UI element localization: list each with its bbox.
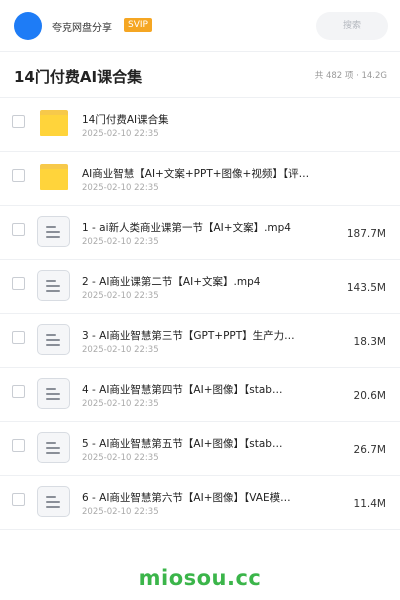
file-date: 2025-02-10 22:35 xyxy=(82,507,159,517)
file-row[interactable]: 5 - AI商业智慧第五节【AI+图像】【stab… 2025-02-10 22:… xyxy=(0,422,400,476)
file-size: 187.7M xyxy=(346,228,386,240)
file-date: 2025-02-10 22:35 xyxy=(82,183,159,193)
row-checkbox[interactable] xyxy=(12,385,25,398)
file-name[interactable]: 14门付费AI课合集 xyxy=(82,112,318,127)
file-name[interactable]: 4 - AI商业智慧第四节【AI+图像】【stab… xyxy=(82,382,318,397)
folder-icon xyxy=(40,110,68,136)
file-date: 2025-02-10 22:35 xyxy=(82,453,159,463)
search-input[interactable]: 搜索 xyxy=(316,12,388,40)
folder-row[interactable]: 14门付费AI课合集 2025-02-10 22:35 xyxy=(0,98,400,152)
svip-badge: SVIP xyxy=(124,18,152,32)
top-bar: 夸克网盘分享 SVIP 搜索 xyxy=(0,0,400,52)
row-checkbox[interactable] xyxy=(12,223,25,236)
file-row[interactable]: 6 - AI商业智慧第六节【AI+图像】【VAE模… 2025-02-10 22:… xyxy=(0,476,400,530)
folder-header: 14门付费AI课合集 共 482 项 · 14.2G xyxy=(0,52,400,98)
video-file-icon xyxy=(37,270,70,301)
file-size: 18.3M xyxy=(353,336,386,348)
video-file-icon xyxy=(37,486,70,517)
file-size: 11.4M xyxy=(353,498,386,510)
row-checkbox[interactable] xyxy=(12,277,25,290)
file-date: 2025-02-10 22:35 xyxy=(82,345,159,355)
file-size: 143.5M xyxy=(346,282,386,294)
file-size: 20.6M xyxy=(353,390,386,402)
file-row[interactable]: 4 - AI商业智慧第四节【AI+图像】【stab… 2025-02-10 22:… xyxy=(0,368,400,422)
watermark: miosou.cc xyxy=(138,566,262,590)
video-file-icon xyxy=(37,216,70,247)
page-title: 14门付费AI课合集 xyxy=(14,68,143,86)
folder-icon xyxy=(40,164,68,190)
file-row[interactable]: 1 - ai新人类商业课第一节【AI+文案】.mp4 2025-02-10 22:… xyxy=(0,206,400,260)
folder-row[interactable]: AI商业智慧【AI+文案+PPT+图像+视频】【评… 2025-02-10 22:… xyxy=(0,152,400,206)
file-date: 2025-02-10 22:35 xyxy=(82,399,159,409)
row-checkbox[interactable] xyxy=(12,439,25,452)
file-name[interactable]: 3 - AI商业智慧第三节【GPT+PPT】生产力… xyxy=(82,328,318,343)
file-row[interactable]: 2 - AI商业课第二节【AI+文案】.mp4 2025-02-10 22:35 1… xyxy=(0,260,400,314)
file-date: 2025-02-10 22:35 xyxy=(82,291,159,301)
file-name[interactable]: AI商业智慧【AI+文案+PPT+图像+视频】【评… xyxy=(82,166,318,181)
file-date: 2025-02-10 22:35 xyxy=(82,129,159,139)
file-name[interactable]: 1 - ai新人类商业课第一节【AI+文案】.mp4 xyxy=(82,220,318,235)
folder-meta: 共 482 项 · 14.2G xyxy=(314,71,387,81)
file-row[interactable]: 3 - AI商业智慧第三节【GPT+PPT】生产力… 2025-02-10 22:… xyxy=(0,314,400,368)
row-checkbox[interactable] xyxy=(12,115,25,128)
row-checkbox[interactable] xyxy=(12,331,25,344)
row-checkbox[interactable] xyxy=(12,169,25,182)
file-size: 26.7M xyxy=(353,444,386,456)
avatar[interactable] xyxy=(14,12,42,40)
video-file-icon xyxy=(37,378,70,409)
file-name[interactable]: 2 - AI商业课第二节【AI+文案】.mp4 xyxy=(82,274,318,289)
video-file-icon xyxy=(37,324,70,355)
file-name[interactable]: 5 - AI商业智慧第五节【AI+图像】【stab… xyxy=(82,436,318,451)
file-date: 2025-02-10 22:35 xyxy=(82,237,159,247)
video-file-icon xyxy=(37,432,70,463)
row-checkbox[interactable] xyxy=(12,493,25,506)
file-name[interactable]: 6 - AI商业智慧第六节【AI+图像】【VAE模… xyxy=(82,490,318,505)
share-name: 夸克网盘分享 xyxy=(52,23,112,34)
